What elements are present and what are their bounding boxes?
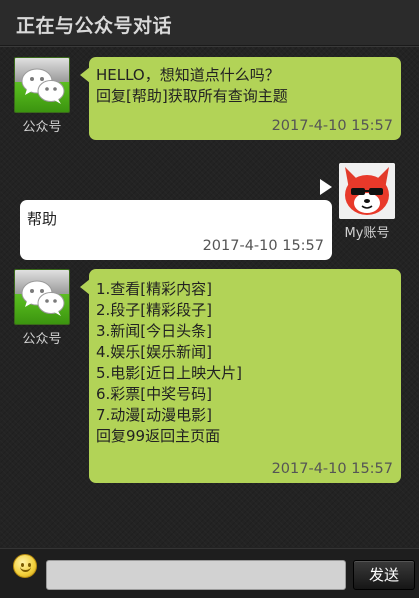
bubble-tail (320, 179, 332, 195)
chat-header: 正在与公众号对话 (0, 0, 419, 46)
chat-area[interactable]: 公众号 HELLO，想知道点什么吗？ 回复[帮助]获取所有查询主题 2017-4… (0, 47, 419, 548)
message-bubble[interactable]: 帮助 2017-4-10 15:57 (20, 200, 332, 260)
message-bubble[interactable]: HELLO，想知道点什么吗？ 回复[帮助]获取所有查询主题 2017-4-10 … (89, 57, 401, 140)
message-input[interactable] (46, 560, 346, 590)
page-title: 正在与公众号对话 (16, 15, 173, 37)
input-bar: 发送 (0, 548, 419, 598)
wechat-icon[interactable] (14, 57, 70, 113)
wechat-icon[interactable] (14, 269, 70, 325)
sender-name: My账号 (344, 226, 390, 241)
message-bubble[interactable]: 1.查看[精彩内容] 2.段子[精彩段子] 3.新闻[今日头条] 4.娱乐[娱乐… (89, 269, 401, 483)
message-line: 回复99返回主页面 (96, 427, 221, 445)
message-line: 2.段子[精彩段子] (96, 301, 213, 319)
message-line: 1.查看[精彩内容] (96, 280, 213, 298)
message-timestamp: 2017-4-10 15:57 (202, 238, 324, 254)
send-button[interactable]: 发送 (353, 560, 415, 590)
message-line: 帮助 (27, 210, 58, 228)
sender-name: 公众号 (22, 120, 62, 135)
message-timestamp: 2017-4-10 15:57 (271, 461, 393, 477)
sender-name: 公众号 (22, 332, 62, 347)
message-line: HELLO，想知道点什么吗？ (96, 66, 280, 84)
message-line: 4.娱乐[娱乐新闻] (96, 343, 213, 361)
message-line: 6.彩票[中奖号码] (96, 385, 213, 403)
message-line: 3.新闻[今日头条] (96, 322, 213, 340)
message-timestamp: 2017-4-10 15:57 (271, 118, 393, 134)
fox-avatar[interactable] (339, 163, 395, 219)
message-line: 回复[帮助]获取所有查询主题 (96, 87, 288, 105)
message-line: 7.动漫[动漫电影] (96, 406, 213, 424)
smiley-icon[interactable] (13, 554, 37, 578)
message-line: 5.电影[近日上映大片] (96, 364, 243, 382)
